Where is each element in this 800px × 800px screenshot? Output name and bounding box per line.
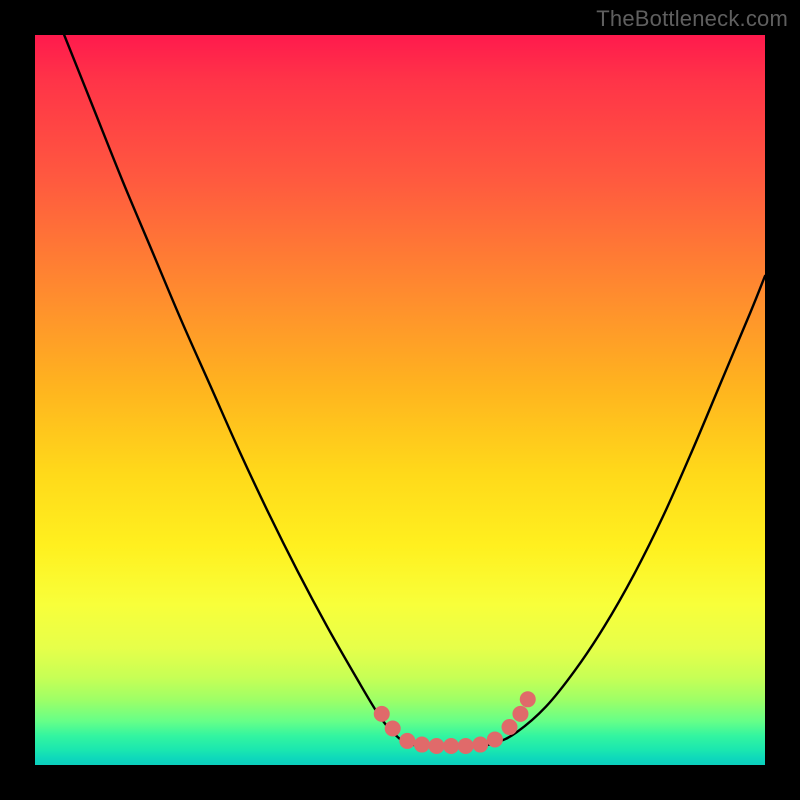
valley-marker xyxy=(487,731,503,747)
valley-marker xyxy=(443,738,459,754)
chart-frame: TheBottleneck.com xyxy=(0,0,800,800)
valley-marker xyxy=(472,737,488,753)
valley-markers xyxy=(374,691,536,754)
plot-area xyxy=(35,35,765,765)
valley-marker xyxy=(399,733,415,749)
valley-marker xyxy=(520,691,536,707)
valley-marker xyxy=(374,706,390,722)
curve-svg xyxy=(35,35,765,765)
valley-marker xyxy=(512,706,528,722)
valley-marker xyxy=(385,721,401,737)
v-curve xyxy=(64,35,765,747)
watermark-text: TheBottleneck.com xyxy=(596,6,788,32)
valley-marker xyxy=(429,738,445,754)
valley-marker xyxy=(458,738,474,754)
valley-marker xyxy=(414,737,430,753)
valley-marker xyxy=(502,719,518,735)
